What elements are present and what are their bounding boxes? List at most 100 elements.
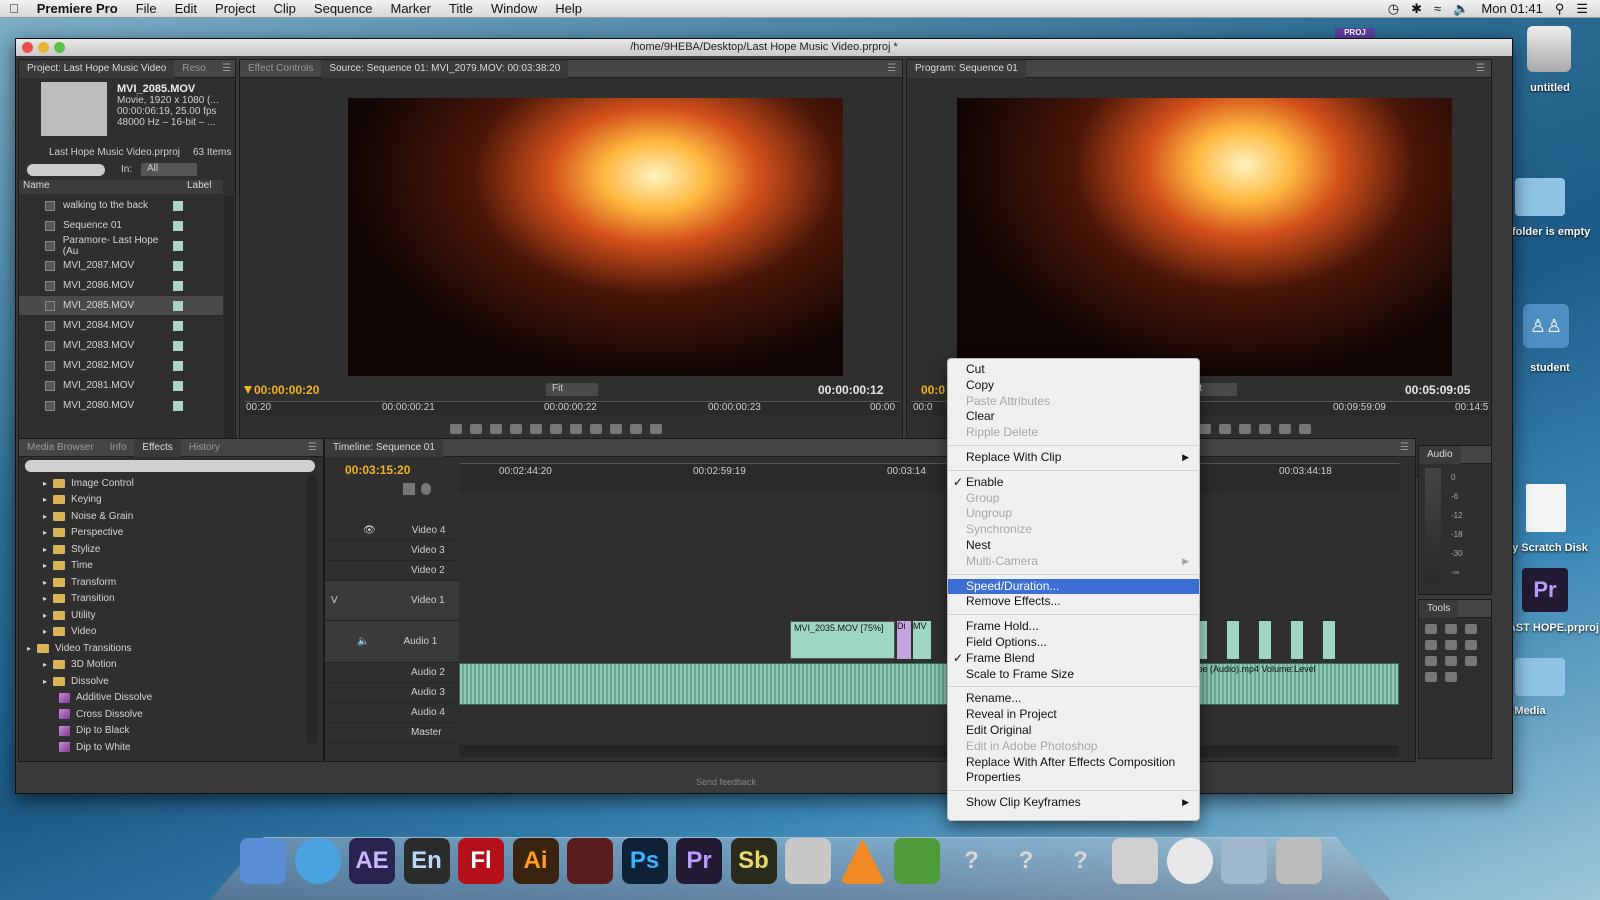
effects-search-input[interactable] bbox=[25, 460, 315, 472]
send-feedback[interactable]: Send feedback bbox=[696, 777, 756, 787]
export-frame-icon[interactable] bbox=[1299, 424, 1311, 434]
disclosure-triangle-icon[interactable]: ▸ bbox=[43, 611, 47, 620]
effect-folder[interactable]: ▸ Keying bbox=[23, 492, 305, 509]
context-menu-item[interactable]: Replace With Clip ▶ bbox=[948, 450, 1199, 466]
safari-icon[interactable] bbox=[294, 838, 341, 884]
menu-sequence[interactable]: Sequence bbox=[305, 1, 382, 16]
desktop-item-last-hope[interactable]: LAST HOPE.prproj bbox=[1500, 622, 1600, 634]
illustrator-icon[interactable]: Ai bbox=[512, 838, 559, 884]
program-video-frame[interactable] bbox=[957, 98, 1452, 376]
context-menu-item[interactable]: Rename... bbox=[948, 691, 1199, 707]
column-name[interactable]: Name bbox=[23, 180, 50, 191]
context-menu-item[interactable]: Frame Hold... bbox=[948, 619, 1199, 635]
effect-folder[interactable]: ▸ Transform bbox=[23, 574, 305, 591]
context-menu-item[interactable]: Field Options... bbox=[948, 635, 1199, 651]
overwrite-icon[interactable] bbox=[630, 424, 642, 434]
lift-icon[interactable] bbox=[1259, 424, 1271, 434]
program-timecode[interactable]: 00:0 bbox=[921, 383, 945, 397]
in-select[interactable]: All bbox=[141, 163, 197, 176]
trash-icon[interactable] bbox=[1275, 838, 1322, 884]
notification-icon[interactable]: ☰ bbox=[1576, 1, 1588, 17]
slide-tool-icon[interactable] bbox=[1445, 656, 1457, 666]
desktop-item-scratch-disk[interactable]: y Scratch Disk bbox=[1500, 542, 1600, 554]
soundbooth-icon[interactable]: Sb bbox=[730, 838, 777, 884]
context-menu-item[interactable]: Show Clip Keyframes ▶ bbox=[948, 795, 1199, 811]
disclosure-triangle-icon[interactable]: ▸ bbox=[43, 677, 47, 686]
source-playhead-icon[interactable] bbox=[244, 386, 252, 394]
spotlight-icon[interactable]: ⚲ bbox=[1555, 1, 1565, 17]
student-icon[interactable]: ♙♙ bbox=[1523, 304, 1569, 348]
effect-folder[interactable]: ▸ Stylize bbox=[23, 541, 305, 558]
video1-clip[interactable]: MVI_2035.MOV [75%] bbox=[790, 621, 895, 659]
premiere-icon[interactable]: Pr bbox=[676, 838, 722, 884]
media-encoder-icon[interactable] bbox=[567, 838, 613, 884]
disclosure-triangle-icon[interactable]: ▸ bbox=[43, 479, 47, 488]
chrome-icon[interactable] bbox=[1166, 838, 1213, 884]
razor-tool-icon[interactable] bbox=[1465, 640, 1477, 650]
volume-icon[interactable]: 🔈 bbox=[1453, 1, 1469, 17]
add-marker-icon[interactable] bbox=[490, 424, 502, 434]
extract-icon[interactable] bbox=[1279, 424, 1291, 434]
disclosure-triangle-icon[interactable]: ▸ bbox=[43, 495, 47, 504]
android-icon[interactable] bbox=[894, 838, 940, 884]
media-folder-icon[interactable] bbox=[1515, 658, 1565, 696]
zoom-window-icon[interactable] bbox=[54, 42, 65, 53]
wifi-icon[interactable]: ≈ bbox=[1434, 1, 1441, 16]
tab-effect-controls[interactable]: Effect Controls bbox=[240, 60, 321, 78]
context-menu-item[interactable]: Copy bbox=[948, 378, 1199, 394]
panel-menu-icon[interactable]: ☰ bbox=[1476, 63, 1491, 74]
disclosure-triangle-icon[interactable]: ▸ bbox=[43, 528, 47, 537]
tab-timeline[interactable]: Timeline: Sequence 01 bbox=[325, 438, 443, 457]
panel-menu-icon[interactable]: ☰ bbox=[887, 63, 902, 74]
disclosure-triangle-icon[interactable]: ▸ bbox=[43, 594, 47, 603]
desktop-item-untitled[interactable]: untitled bbox=[1505, 82, 1595, 94]
menu-title[interactable]: Title bbox=[440, 1, 482, 16]
mark-out-icon[interactable] bbox=[470, 424, 482, 434]
track-header-audio-2[interactable]: Audio 2 bbox=[325, 663, 459, 683]
speaker-icon[interactable]: 🔈 bbox=[357, 636, 369, 647]
context-menu-item[interactable]: Properties bbox=[948, 770, 1199, 786]
bluetooth-icon[interactable]: ✱ bbox=[1411, 1, 1422, 17]
tab-effects[interactable]: Effects bbox=[134, 438, 181, 457]
transition-clip[interactable]: Di bbox=[897, 621, 911, 659]
list-item[interactable]: MVI_2083.MOV bbox=[19, 336, 223, 356]
desktop-item-student[interactable]: student bbox=[1505, 362, 1595, 374]
panel-menu-icon[interactable]: ☰ bbox=[222, 63, 235, 74]
menu-clip[interactable]: Clip bbox=[265, 1, 305, 16]
v-target[interactable]: V bbox=[331, 595, 359, 606]
context-menu-item[interactable]: Clear bbox=[948, 409, 1199, 425]
tab-info[interactable]: Info bbox=[102, 439, 135, 457]
track-select-tool-icon[interactable] bbox=[1445, 624, 1457, 634]
tab-history[interactable]: History bbox=[181, 439, 228, 457]
preview-icon[interactable] bbox=[1112, 838, 1158, 884]
video1-clip-strip[interactable] bbox=[1195, 621, 1355, 659]
effect-item[interactable]: Dip to Black bbox=[23, 723, 305, 740]
folder-icon[interactable] bbox=[1515, 178, 1565, 216]
disclosure-triangle-icon[interactable]: ▸ bbox=[43, 627, 47, 636]
document-icon[interactable] bbox=[1526, 484, 1566, 532]
go-to-in-icon[interactable] bbox=[510, 424, 522, 434]
source-timecode-in[interactable]: 00:00:00:20 bbox=[254, 383, 319, 397]
track-header-video-4[interactable]: 👁 Video 4 bbox=[325, 521, 459, 541]
track-header-audio-3[interactable]: Audio 3 bbox=[325, 683, 459, 703]
rate-stretch-tool-icon[interactable] bbox=[1445, 640, 1457, 650]
context-menu-item[interactable]: Edit Original bbox=[948, 723, 1199, 739]
source-video-frame[interactable] bbox=[348, 98, 843, 376]
unknown-app-icon[interactable]: ? bbox=[949, 838, 995, 884]
clip-thumbnail[interactable] bbox=[41, 82, 107, 136]
effect-folder[interactable]: ▸ Video Transitions bbox=[23, 640, 305, 657]
disclosure-triangle-icon[interactable]: ▸ bbox=[43, 660, 47, 669]
pen-tool-icon[interactable] bbox=[1465, 656, 1477, 666]
list-item[interactable]: MVI_2087.MOV bbox=[19, 256, 223, 276]
list-item[interactable]: Sequence 01 bbox=[19, 216, 223, 236]
tab-resolve[interactable]: Reso bbox=[174, 60, 213, 78]
track-header-video-2[interactable]: Video 2 bbox=[325, 561, 459, 581]
effect-folder[interactable]: ▸ 3D Motion bbox=[23, 657, 305, 674]
after-effects-icon[interactable]: AE bbox=[349, 838, 395, 884]
menu-edit[interactable]: Edit bbox=[166, 1, 206, 16]
hand-tool-icon[interactable] bbox=[1425, 672, 1437, 682]
context-menu-item[interactable]: Speed/Duration... bbox=[948, 578, 1199, 595]
step-back-icon[interactable] bbox=[530, 424, 542, 434]
context-menu-item[interactable]: Remove Effects... bbox=[948, 594, 1199, 610]
disk-utility-icon[interactable] bbox=[785, 838, 831, 884]
